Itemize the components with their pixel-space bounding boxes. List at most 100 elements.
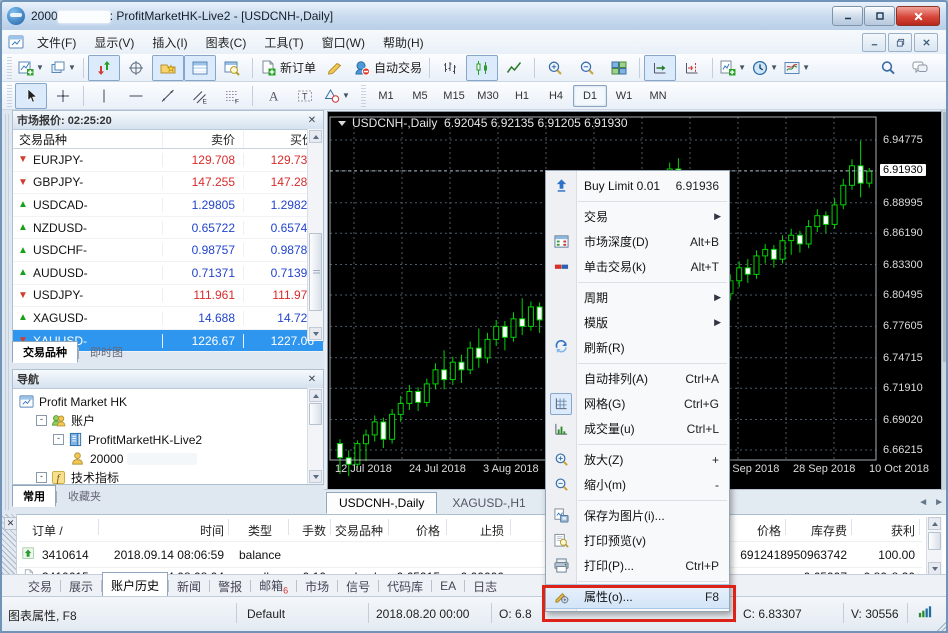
profiles-button[interactable]: ▼ [47, 55, 79, 81]
context-menu-item-0[interactable]: Buy Limit 0.016.91936 [546, 173, 729, 198]
navigator-button[interactable] [152, 55, 184, 81]
menu-6[interactable]: 帮助(H) [374, 31, 433, 54]
autoscroll-button[interactable] [644, 55, 676, 81]
navigator-tab-1[interactable]: 收藏夹 [57, 485, 112, 507]
column-header-symbol[interactable]: 交易品种 [13, 131, 163, 148]
child-minimize-button[interactable] [862, 33, 886, 52]
terminal-tab-7[interactable]: 信号 [338, 576, 378, 597]
context-menu-item-14[interactable]: 放大(Z)+ [546, 447, 729, 472]
scroll-up-icon[interactable] [309, 130, 322, 143]
chat-button[interactable] [904, 55, 936, 81]
fibo-button[interactable]: F [216, 83, 248, 109]
tree-item[interactable]: 20000 [13, 449, 323, 468]
market-watch-row[interactable]: ▲AUDUSD-0.713710.71390 [13, 262, 323, 285]
terminal-tab-1[interactable]: 展示 [61, 576, 101, 597]
context-menu-item-18[interactable]: 打印预览(v) [546, 528, 729, 553]
market-watch-tab-1[interactable]: 即时图 [79, 341, 134, 363]
terminal-close-icon[interactable]: ✕ [4, 517, 17, 530]
context-menu-item-4[interactable]: 单击交易(k)Alt+T [546, 254, 729, 279]
context-menu-item-2[interactable]: 交易▶ [546, 204, 729, 229]
context-menu-item-17[interactable]: 保存为图片(i)... [546, 503, 729, 528]
timeframe-w1[interactable]: W1 [607, 85, 641, 107]
menu-3[interactable]: 图表(C) [197, 31, 256, 54]
market-watch-row[interactable]: ▲USDCHF-0.987570.98781 [13, 239, 323, 262]
market-watch-button[interactable] [88, 55, 120, 81]
line-chart-button[interactable] [498, 55, 530, 81]
context-menu-item-11[interactable]: 网格(G)Ctrl+G [546, 391, 729, 416]
terminal-tab-6[interactable]: 市场 [297, 576, 337, 597]
menu-1[interactable]: 显示(V) [85, 31, 143, 54]
menu-0[interactable]: 文件(F) [28, 31, 85, 54]
terminal-tab-0[interactable]: 交易 [20, 576, 60, 597]
market-watch-row[interactable]: ▲XAGUSD-14.68814.722 [13, 307, 323, 330]
market-watch-row[interactable]: ▼USDJPY-111.961111.978 [13, 285, 323, 308]
new-chart-button[interactable]: ▼ [15, 55, 47, 81]
context-menu-item-12[interactable]: 成交量(u)Ctrl+L [546, 416, 729, 441]
tree-item[interactable]: -账户 [13, 411, 323, 430]
terminal-scrollbar[interactable] [926, 517, 942, 575]
minimize-button[interactable] [832, 6, 863, 26]
hline-button[interactable] [120, 83, 152, 109]
tree-expander-icon[interactable]: - [36, 415, 47, 426]
context-menu-item-8[interactable]: 刷新(R) [546, 335, 729, 360]
market-watch-titlebar[interactable]: 市场报价: 02:25:20✕ [13, 111, 323, 130]
scroll-thumb[interactable] [309, 403, 322, 425]
metaeditor-button[interactable] [319, 55, 351, 81]
new-order-button[interactable]: 新订单 [257, 55, 319, 81]
timeframe-d1[interactable]: D1 [573, 85, 607, 107]
navigator-close-icon[interactable]: ✕ [305, 374, 319, 385]
bar-chart-button[interactable] [434, 55, 466, 81]
channel-button[interactable]: E [184, 83, 216, 109]
indicators-button[interactable]: ▼ [717, 55, 749, 81]
toolbar-grip[interactable] [361, 85, 366, 107]
terminal-button[interactable] [184, 55, 216, 81]
scroll-down-icon[interactable] [309, 327, 322, 340]
context-menu-item-10[interactable]: 自动排列(A)Ctrl+A [546, 366, 729, 391]
child-restore-button[interactable] [888, 33, 912, 52]
chart-shift-button[interactable] [676, 55, 708, 81]
data-window-button[interactable] [120, 55, 152, 81]
trendline-button[interactable] [152, 83, 184, 109]
toolbar-grip[interactable] [7, 85, 12, 107]
periods-button[interactable]: ▼ [749, 55, 781, 81]
timeframe-m5[interactable]: M5 [403, 85, 437, 107]
navigator-scrollbar[interactable] [307, 388, 323, 484]
tree-item[interactable]: Profit Market HK [13, 392, 323, 411]
terminal-tab-9[interactable]: EA [432, 577, 464, 595]
chart-right-scrollbar[interactable] [941, 110, 948, 490]
terminal-tab-5[interactable]: 邮箱6 [251, 575, 296, 597]
scroll-down-icon[interactable] [309, 470, 322, 483]
market-watch-row[interactable]: ▼GBPJPY-147.255147.289 [13, 172, 323, 195]
terminal-column-header[interactable]: 获利 [2, 522, 915, 539]
cursor-button[interactable] [15, 83, 47, 109]
terminal-tab-2[interactable]: 账户历史 [102, 572, 168, 597]
scroll-up-icon[interactable] [928, 517, 941, 530]
zoom-out-button[interactable] [571, 55, 603, 81]
market-watch-row[interactable]: ▲NZDUSD-0.657220.65745 [13, 217, 323, 240]
timeframe-m1[interactable]: M1 [369, 85, 403, 107]
terminal-tab-3[interactable]: 新闻 [169, 576, 209, 597]
context-menu-item-19[interactable]: 打印(P)...Ctrl+P [546, 553, 729, 578]
timeframe-mn[interactable]: MN [641, 85, 675, 107]
title-bar[interactable]: 2000: ProfitMarketHK-Live2 - [USDCNH-,Da… [2, 2, 946, 31]
tab-scroll-left-icon[interactable]: ◄ [918, 497, 928, 508]
chart-tab-0[interactable]: USDCNH-,Daily [326, 492, 437, 514]
shapes-button[interactable]: ▼ [321, 83, 353, 109]
maximize-button[interactable] [864, 6, 895, 26]
scroll-thumb[interactable] [309, 233, 322, 311]
timeframe-h1[interactable]: H1 [505, 85, 539, 107]
market-watch-row[interactable]: ▼EURJPY-129.708129.730 [13, 149, 323, 172]
navigator-titlebar[interactable]: 导航✕ [13, 370, 323, 389]
label-button[interactable]: T [289, 83, 321, 109]
toolbar-grip[interactable] [7, 57, 12, 79]
column-header-bid[interactable]: 卖价 [163, 131, 244, 148]
scroll-thumb[interactable] [928, 532, 941, 550]
market-watch-tab-0[interactable]: 交易品种 [12, 341, 78, 363]
tile-windows-button[interactable] [603, 55, 635, 81]
vline-button[interactable] [88, 83, 120, 109]
resize-grip[interactable] [935, 619, 948, 633]
menu-2[interactable]: 插入(I) [143, 31, 196, 54]
market-watch-scrollbar[interactable] [307, 129, 323, 341]
tester-button[interactable] [216, 55, 248, 81]
child-close-button[interactable] [914, 33, 938, 52]
